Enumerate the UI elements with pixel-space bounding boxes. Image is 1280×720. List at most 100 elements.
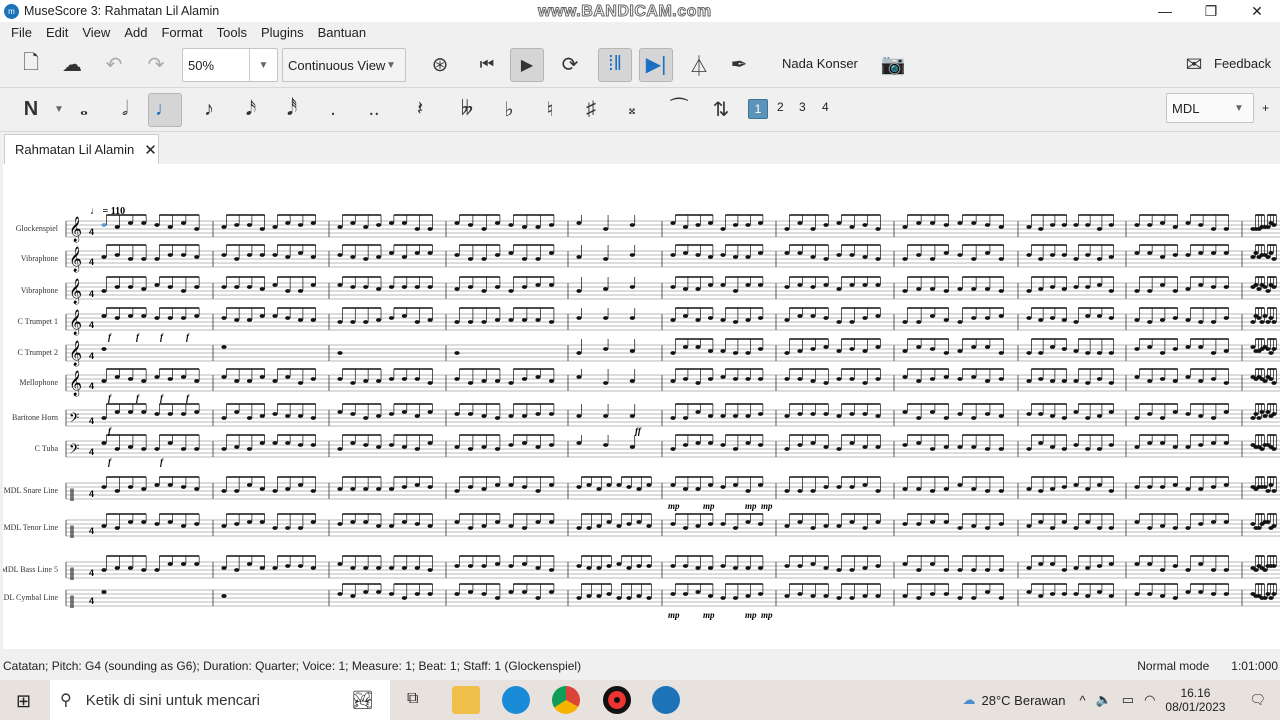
dynamic-marking[interactable]: mp: [668, 610, 680, 620]
note-head[interactable]: [272, 314, 278, 318]
note-head[interactable]: [1049, 253, 1056, 257]
note-head[interactable]: [1038, 377, 1044, 381]
note-head[interactable]: [1262, 414, 1268, 418]
note-head[interactable]: [1049, 526, 1056, 530]
note-head[interactable]: [1265, 289, 1271, 293]
note-head[interactable]: [388, 251, 395, 255]
note-head[interactable]: [929, 287, 936, 291]
note-head[interactable]: [943, 568, 949, 572]
dynamic-marking[interactable]: f: [160, 457, 164, 467]
note-head[interactable]: [521, 441, 528, 445]
note-head[interactable]: [548, 283, 555, 287]
note-head[interactable]: [682, 377, 689, 381]
note-head[interactable]: [285, 564, 291, 568]
note-head[interactable]: [695, 287, 701, 291]
note-head[interactable]: [1256, 287, 1262, 291]
note-head[interactable]: [521, 377, 528, 381]
note-head[interactable]: [1265, 320, 1271, 324]
note-head[interactable]: [929, 447, 936, 451]
loop-icon[interactable]: ⟳: [553, 48, 587, 82]
undo-icon[interactable]: ↶: [97, 48, 131, 82]
note-head[interactable]: [114, 253, 120, 257]
note-head[interactable]: [180, 447, 187, 451]
note-head[interactable]: [943, 520, 949, 524]
note-head[interactable]: [576, 564, 582, 568]
note-head[interactable]: [902, 225, 908, 229]
edge-icon[interactable]: [502, 686, 530, 714]
note-head[interactable]: [1253, 412, 1259, 416]
note-head[interactable]: [1253, 568, 1259, 572]
note-head[interactable]: [745, 377, 751, 381]
workspace-select[interactable]: MDL ▼: [1166, 93, 1254, 123]
note-head[interactable]: [682, 592, 689, 596]
note-head[interactable]: [1061, 287, 1067, 291]
note-head[interactable]: [414, 483, 420, 487]
note-head[interactable]: [957, 377, 963, 381]
note-head[interactable]: [720, 253, 726, 257]
note-head[interactable]: [401, 596, 407, 600]
note-head[interactable]: [1210, 320, 1217, 324]
note-head[interactable]: [943, 318, 949, 322]
note-head[interactable]: [797, 592, 803, 596]
double-sharp-icon[interactable]: 𝄪: [615, 93, 649, 127]
note-head[interactable]: [626, 522, 632, 526]
note-head[interactable]: [180, 524, 187, 528]
note-head[interactable]: [521, 285, 528, 289]
note-head[interactable]: [1108, 489, 1114, 493]
note-head[interactable]: [971, 416, 977, 420]
note-head[interactable]: [1085, 566, 1091, 570]
note-head[interactable]: [603, 381, 609, 385]
note-head[interactable]: [127, 485, 134, 489]
note-head[interactable]: [984, 489, 991, 493]
note-head[interactable]: [310, 318, 316, 322]
close-button[interactable]: ✕: [1234, 0, 1280, 22]
note-head[interactable]: [823, 345, 829, 349]
note-head[interactable]: [720, 485, 726, 489]
note-head[interactable]: [784, 251, 790, 255]
note-head[interactable]: [427, 227, 433, 231]
note-head[interactable]: [454, 489, 460, 493]
note-head[interactable]: [1073, 349, 1079, 353]
note-head[interactable]: [234, 445, 240, 449]
note-head[interactable]: [1268, 316, 1274, 320]
note-head[interactable]: [707, 441, 714, 445]
note-head[interactable]: [1198, 414, 1204, 418]
note-head[interactable]: [535, 257, 541, 261]
note-head[interactable]: [154, 483, 160, 487]
note-head[interactable]: [929, 221, 936, 225]
note-head[interactable]: [720, 349, 726, 353]
note-head[interactable]: [1185, 590, 1191, 594]
note-head[interactable]: [1268, 351, 1274, 355]
tab-score[interactable]: Rahmatan Lil Alamin ✕: [4, 134, 159, 164]
note-head[interactable]: [481, 487, 487, 491]
note-head[interactable]: [902, 349, 908, 353]
note-head[interactable]: [508, 483, 514, 487]
note-head[interactable]: [682, 314, 689, 318]
note-head[interactable]: [1073, 410, 1079, 414]
note-head[interactable]: [114, 225, 120, 229]
note-head[interactable]: [337, 351, 343, 355]
note-head[interactable]: [167, 441, 173, 445]
note-head[interactable]: [784, 285, 790, 289]
note-head[interactable]: [154, 375, 160, 379]
note-head[interactable]: [494, 379, 501, 383]
note-head[interactable]: [101, 524, 107, 528]
note-head[interactable]: [1096, 526, 1103, 530]
note-head[interactable]: [388, 566, 395, 570]
note-head[interactable]: [363, 285, 369, 289]
note-head[interactable]: [682, 526, 689, 530]
note-head[interactable]: [603, 227, 609, 231]
note-head[interactable]: [401, 314, 407, 318]
note-head[interactable]: [141, 568, 147, 572]
note-head[interactable]: [757, 221, 764, 225]
note-head[interactable]: [1134, 251, 1140, 255]
note-head[interactable]: [902, 487, 908, 491]
note-head[interactable]: [1265, 255, 1271, 259]
note-head[interactable]: [1049, 414, 1056, 418]
note-head[interactable]: [810, 227, 816, 231]
wifi-icon[interactable]: ◠: [1144, 692, 1155, 708]
note-head[interactable]: [998, 289, 1004, 293]
note-head[interactable]: [576, 255, 582, 259]
note-head[interactable]: [180, 375, 187, 379]
instrument-name[interactable]: MDL Snare Line: [4, 486, 59, 495]
